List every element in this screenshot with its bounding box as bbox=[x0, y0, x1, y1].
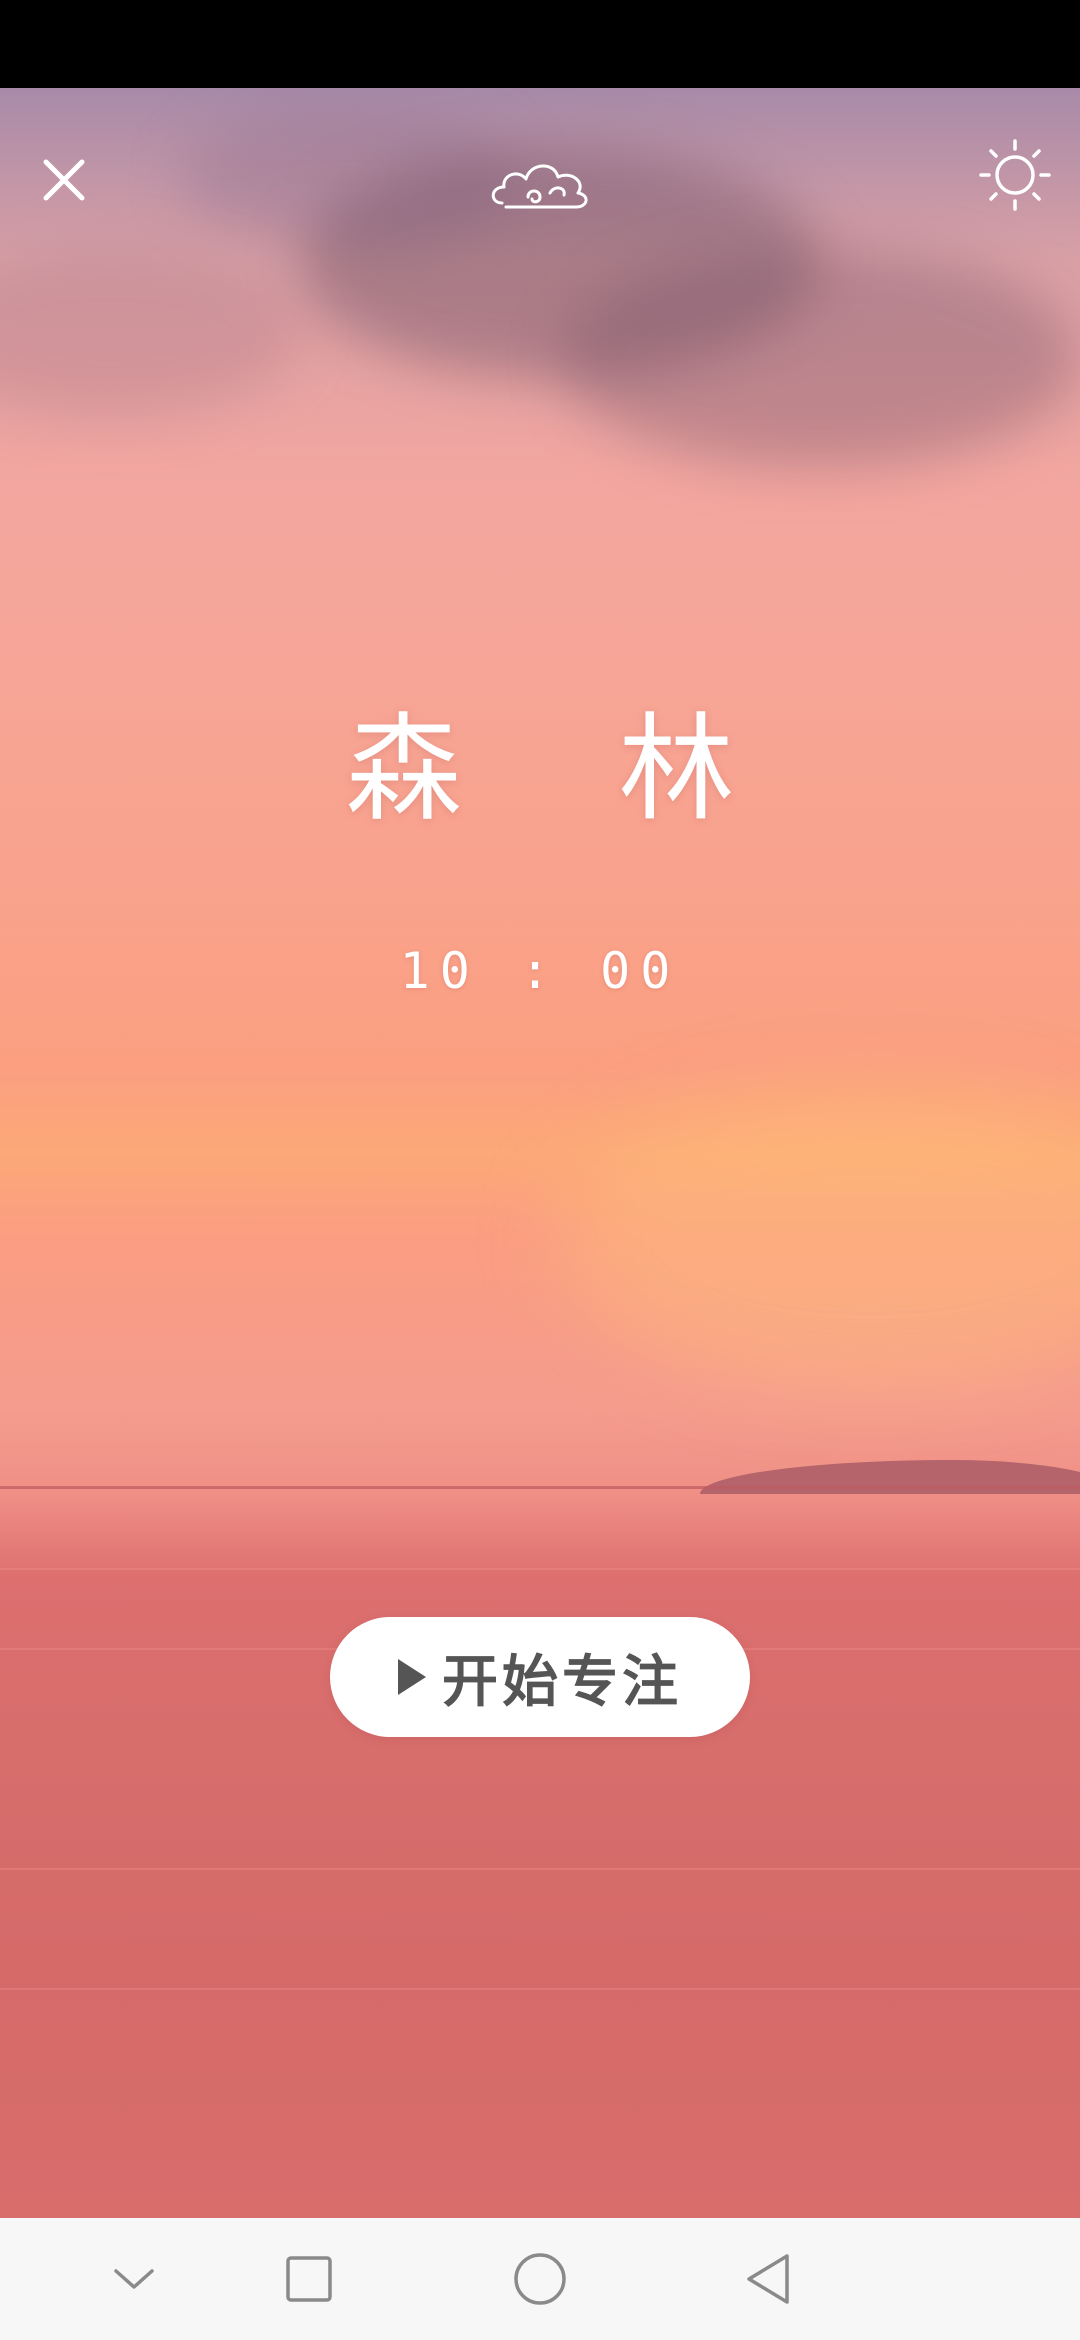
nav-home-button[interactable] bbox=[480, 2218, 600, 2340]
close-button[interactable] bbox=[24, 140, 104, 220]
scene-title: 森 林 bbox=[345, 702, 795, 837]
status-bar bbox=[0, 0, 1080, 88]
sea-wave bbox=[0, 1568, 1080, 1570]
sky-cloud bbox=[0, 248, 300, 418]
brightness-button[interactable] bbox=[970, 130, 1060, 220]
system-navigation-bar bbox=[0, 2218, 1080, 2340]
sky-cloud bbox=[560, 248, 1080, 468]
sunset-background bbox=[0, 88, 1080, 2218]
sound-scene-button[interactable] bbox=[480, 140, 600, 230]
sea-wave bbox=[0, 1868, 1080, 1870]
horizon-line bbox=[0, 1486, 1080, 1489]
nav-back-button[interactable] bbox=[708, 2218, 828, 2340]
start-focus-button[interactable]: 开始专注 bbox=[330, 1617, 750, 1737]
chevron-down-icon bbox=[114, 2269, 154, 2289]
focus-screen: 森 林 10 : 00 开始专注 bbox=[0, 0, 1080, 2340]
start-focus-label: 开始专注 bbox=[442, 1648, 682, 1715]
sunset-glow bbox=[560, 1088, 1080, 1388]
cloud-icon bbox=[491, 164, 588, 209]
recents-square-icon bbox=[286, 2256, 332, 2302]
back-triangle-icon bbox=[747, 2254, 789, 2304]
timer-display[interactable]: 10 : 00 bbox=[0, 936, 1080, 1006]
play-icon bbox=[398, 1659, 426, 1695]
nav-recents-button[interactable] bbox=[249, 2218, 369, 2340]
close-icon bbox=[43, 159, 85, 201]
home-circle-icon bbox=[514, 2253, 566, 2305]
nav-hide-button[interactable] bbox=[74, 2218, 194, 2340]
brightness-icon bbox=[979, 139, 1051, 211]
sea-wave bbox=[0, 1988, 1080, 1990]
